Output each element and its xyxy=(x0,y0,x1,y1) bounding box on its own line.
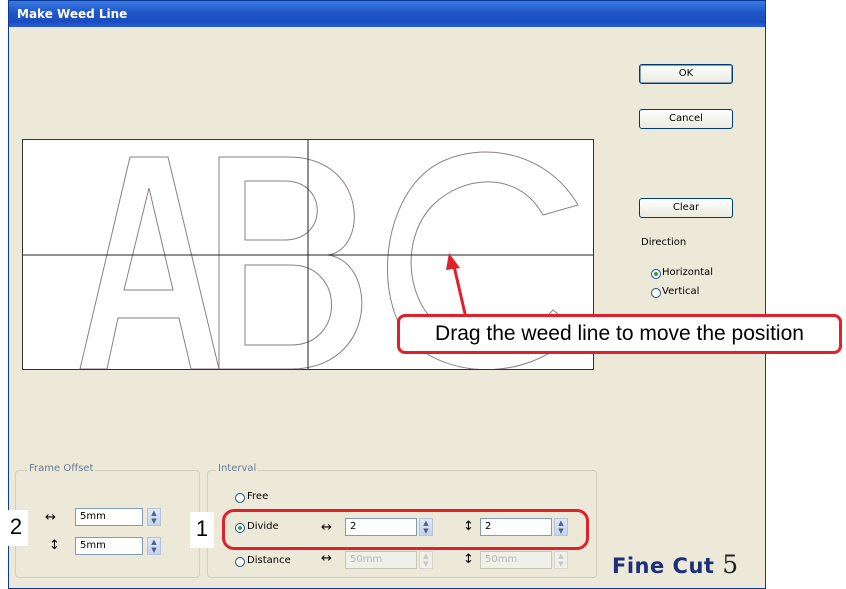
step-one-marker: 1 xyxy=(190,512,214,548)
callout-arrow xyxy=(446,253,468,319)
drag-weed-line-callout: Drag the weed line to move the position xyxy=(397,314,842,354)
step-two-marker: 2 xyxy=(4,510,28,546)
divide-highlight-box xyxy=(222,509,589,550)
